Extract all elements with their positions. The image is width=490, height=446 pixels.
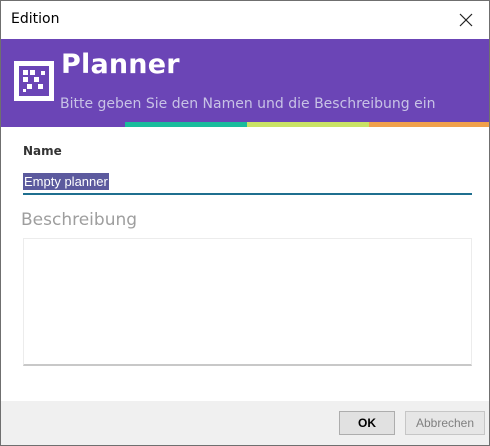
ok-button[interactable]: OK — [339, 411, 395, 435]
dialog-window: Edition Planner Bitte geben Sie den Name… — [0, 0, 490, 446]
name-input[interactable]: Empty planner — [23, 171, 472, 195]
cancel-button[interactable]: Abbrechen — [405, 411, 485, 435]
close-button[interactable] — [443, 1, 489, 39]
name-label: Name — [23, 144, 62, 158]
dialog-header: Planner Bitte geben Sie den Namen und di… — [1, 39, 489, 122]
planner-logo-icon — [14, 61, 54, 101]
name-input-value: Empty planner — [23, 173, 109, 190]
description-label: Beschreibung — [21, 210, 138, 230]
dialog-footer: OK Abbrechen — [1, 401, 489, 445]
title-bar[interactable]: Edition — [1, 1, 489, 39]
app-name: Planner — [61, 49, 180, 80]
header-subtitle: Bitte geben Sie den Namen und die Beschr… — [60, 96, 436, 112]
close-icon — [459, 13, 473, 27]
description-textarea[interactable] — [23, 238, 472, 366]
form-area: Name Empty planner Beschreibung — [1, 127, 489, 401]
window-title: Edition — [11, 11, 60, 27]
